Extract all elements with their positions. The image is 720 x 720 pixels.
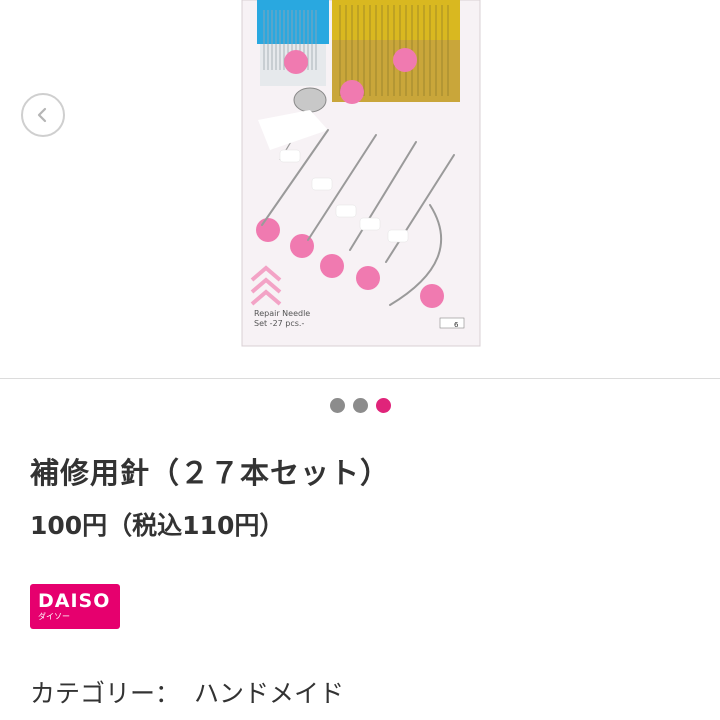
brand-logo-text: DAISO	[38, 590, 111, 612]
image-carousel[interactable]: Repair Needle Set -27 pcs.- 6	[0, 0, 720, 378]
product-category: カテゴリー： ハンドメイド	[30, 674, 344, 710]
carousel-divider	[0, 378, 720, 379]
brand-logo-subtext: ダイソー	[38, 612, 70, 621]
product-price: 100円（税込110円）	[30, 511, 285, 540]
carousel-dot-2[interactable]	[352, 398, 368, 413]
brand-logo[interactable]: DAISO ダイソー	[30, 584, 120, 629]
package-name: Repair Needle	[254, 309, 310, 318]
product-image[interactable]: Repair Needle Set -27 pcs.- 6	[240, 0, 482, 348]
chevron-left-icon	[37, 107, 47, 123]
package-label-code: 6	[454, 321, 459, 329]
carousel-dot-1[interactable]	[329, 398, 345, 413]
carousel-prev-button[interactable]	[21, 93, 65, 137]
package-count: Set -27 pcs.-	[254, 319, 304, 328]
carousel-dot-3[interactable]	[375, 398, 391, 413]
category-value[interactable]: ハンドメイド	[194, 679, 344, 708]
carousel-indicator	[0, 398, 720, 414]
product-title: 補修用針（２７本セット）	[30, 456, 391, 490]
product-page: Repair Needle Set -27 pcs.- 6 補修用針（２７本セッ…	[0, 0, 720, 720]
category-label: カテゴリー：	[30, 679, 181, 708]
